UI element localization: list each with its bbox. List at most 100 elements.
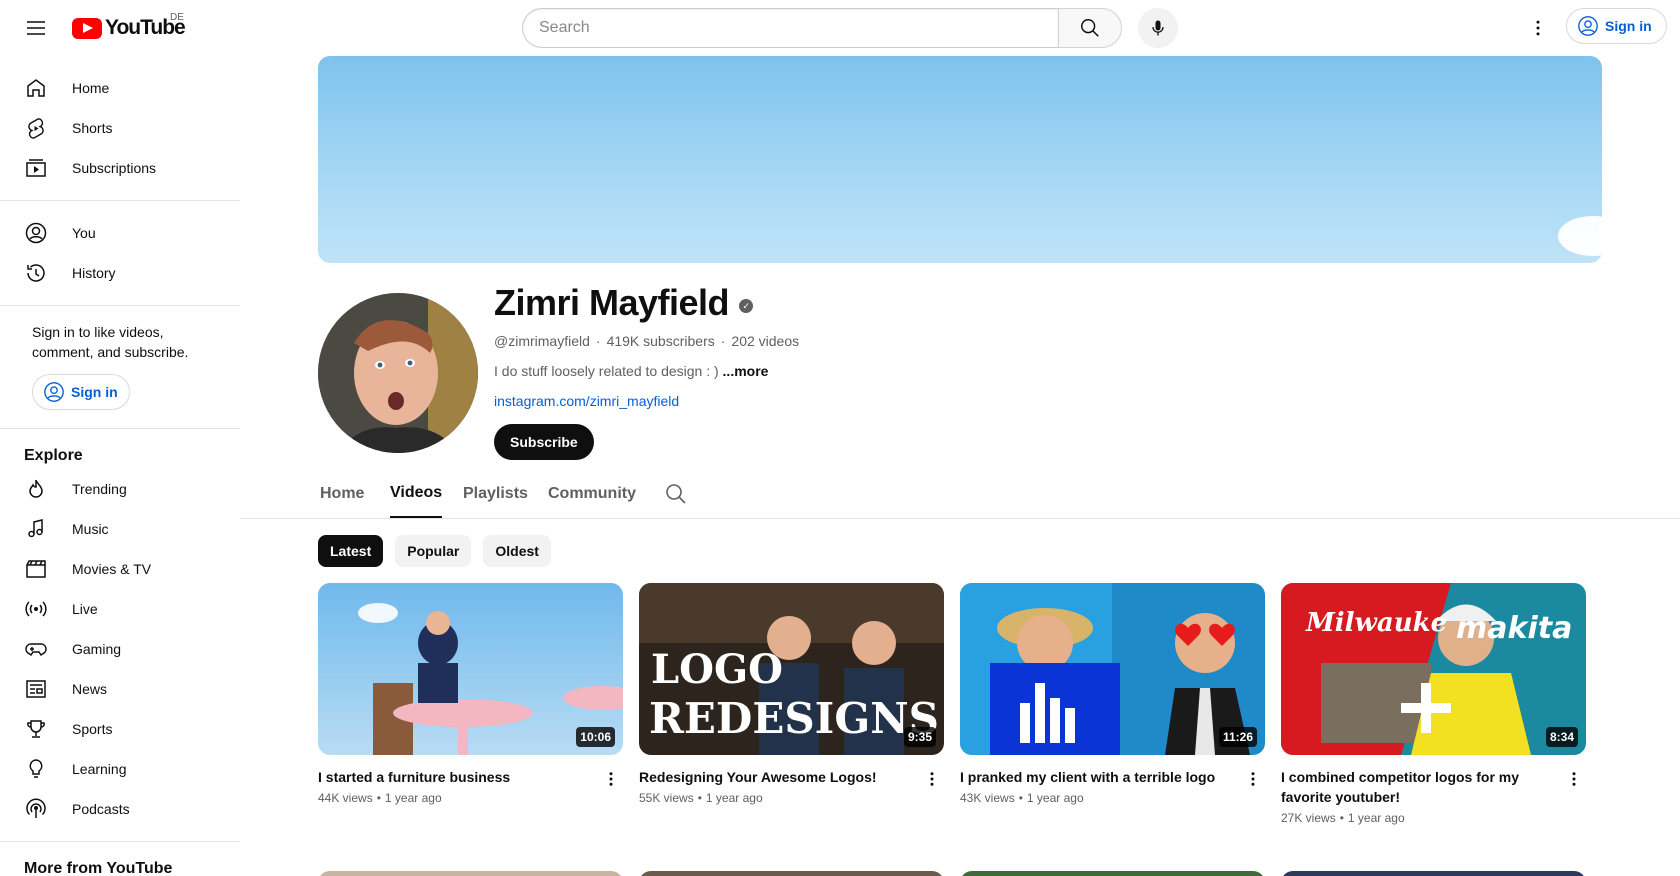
tab-community[interactable]: Community <box>548 470 636 518</box>
settings-menu-button[interactable] <box>1518 8 1558 48</box>
shorts-icon <box>24 116 48 140</box>
sidebar-explore-section: Explore Trending Music Movies & TV Live … <box>0 429 240 842</box>
sidebar-item-home[interactable]: Home <box>12 68 228 108</box>
sidebar-item-label: Sports <box>72 721 113 737</box>
video-card[interactable]: 10:06 I started a furniture business 44K… <box>318 583 623 805</box>
channel-external-link[interactable]: instagram.com/zimri_mayfield <box>494 393 679 409</box>
subscribe-button[interactable]: Subscribe <box>494 424 594 460</box>
video-meta: 44K views • 1 year ago <box>318 791 442 805</box>
video-meta: 27K views • 1 year ago <box>1281 811 1405 825</box>
video-title[interactable]: I pranked my client with a terrible logo <box>960 767 1230 787</box>
sidebar-item-news[interactable]: News <box>12 669 228 709</box>
sidebar-item-music[interactable]: Music <box>12 509 228 549</box>
lightbulb-icon <box>24 757 48 781</box>
channel-search-button[interactable] <box>664 482 688 506</box>
video-title[interactable]: I combined competitor logos for my favor… <box>1281 767 1551 807</box>
channel-name-row: Zimri Mayfield ✓ <box>494 282 754 324</box>
movies-icon <box>24 557 48 581</box>
header-signin-button[interactable]: Sign in <box>1566 8 1667 44</box>
video-thumbnail[interactable]: 11:26 <box>960 583 1265 755</box>
video-thumbnail-partial[interactable] <box>1281 871 1586 876</box>
more-vert-icon <box>1251 772 1255 786</box>
more-from-youtube-title: More from YouTube <box>24 860 173 876</box>
thumbnail-text-makita: makita <box>1456 611 1572 646</box>
sidebar-item-label: Home <box>72 80 110 96</box>
video-views: 27K views <box>1281 811 1336 825</box>
video-duration: 9:35 <box>903 727 936 747</box>
video-title[interactable]: I started a furniture business <box>318 767 588 787</box>
video-menu-button[interactable] <box>920 767 944 791</box>
video-meta: 43K views • 1 year ago <box>960 791 1084 805</box>
video-card[interactable]: Milwauke makita 8:34 I combined competit… <box>1281 583 1586 825</box>
tab-home[interactable]: Home <box>320 470 364 518</box>
search-icon <box>1081 19 1099 37</box>
youtube-logo[interactable]: YouTube <box>72 16 186 40</box>
video-thumbnail[interactable]: LOGO REDESIGNS 9:35 <box>639 583 944 755</box>
channel-description[interactable]: I do stuff loosely related to design : )… <box>494 363 768 379</box>
description-more-link[interactable]: ...more <box>723 363 769 379</box>
sidebar-more-section: More from YouTube <box>0 842 240 876</box>
video-menu-button[interactable] <box>1241 767 1265 791</box>
youtube-play-icon <box>72 17 102 39</box>
video-thumbnail-partial[interactable] <box>960 871 1265 876</box>
sidebar-item-sports[interactable]: Sports <box>12 709 228 749</box>
sidebar-item-learning[interactable]: Learning <box>12 749 228 789</box>
video-menu-button[interactable] <box>599 767 623 791</box>
tab-videos[interactable]: Videos <box>390 470 443 518</box>
sidebar-item-gaming[interactable]: Gaming <box>12 629 228 669</box>
sidebar-item-history[interactable]: History <box>12 253 228 293</box>
sidebar-item-label: History <box>72 265 116 281</box>
news-icon <box>24 677 48 701</box>
chip-latest[interactable]: Latest <box>318 535 384 567</box>
sidebar-item-live[interactable]: Live <box>12 589 228 629</box>
sidebar: Home Shorts Subscriptions You History Si… <box>0 56 240 876</box>
home-icon <box>24 76 48 100</box>
sidebar-signin-button[interactable]: Sign in <box>32 374 130 410</box>
video-thumbnail-partial[interactable] <box>639 871 944 876</box>
top-header: YouTube DE Sign in <box>0 0 1680 56</box>
subscriptions-icon <box>24 156 48 180</box>
video-thumbnail-partial[interactable] <box>318 871 623 876</box>
mic-icon <box>1152 20 1164 36</box>
menu-icon[interactable] <box>16 8 56 48</box>
sidebar-you-section: You History <box>0 201 240 306</box>
sidebar-item-subscriptions[interactable]: Subscriptions <box>12 148 228 188</box>
trophy-icon <box>24 717 48 741</box>
search-button[interactable] <box>1058 8 1122 48</box>
sidebar-item-you[interactable]: You <box>12 213 228 253</box>
video-duration: 10:06 <box>576 727 615 747</box>
video-card[interactable]: LOGO REDESIGNS 9:35 Redesigning Your Awe… <box>639 583 944 805</box>
sidebar-item-movies[interactable]: Movies & TV <box>12 549 228 589</box>
video-duration: 11:26 <box>1218 727 1257 747</box>
video-views: 55K views <box>639 791 694 805</box>
sidebar-item-trending[interactable]: Trending <box>12 469 228 509</box>
sidebar-item-label: Music <box>72 521 109 537</box>
voice-search-button[interactable] <box>1138 8 1178 48</box>
chip-popular[interactable]: Popular <box>395 535 472 567</box>
channel-tabs: Home Videos Playlists Community <box>240 470 1680 519</box>
sidebar-main-section: Home Shorts Subscriptions <box>0 56 240 201</box>
sidebar-item-podcasts[interactable]: Podcasts <box>12 789 228 829</box>
history-icon <box>24 261 48 285</box>
video-card[interactable]: 11:26 I pranked my client with a terribl… <box>960 583 1265 805</box>
user-icon <box>24 221 48 245</box>
verified-icon: ✓ <box>739 299 754 313</box>
search-input[interactable] <box>522 8 1058 48</box>
channel-banner <box>318 56 1602 263</box>
sidebar-item-label: Subscriptions <box>72 160 157 176</box>
video-age: 1 year ago <box>1347 811 1405 825</box>
explore-title: Explore <box>24 447 83 464</box>
thumbnail-text-redesigns: REDESIGNS <box>649 694 939 743</box>
sidebar-item-label: You <box>72 225 96 241</box>
channel-avatar <box>318 293 478 453</box>
sidebar-item-shorts[interactable]: Shorts <box>12 108 228 148</box>
chip-oldest[interactable]: Oldest <box>483 535 551 567</box>
video-thumbnail[interactable]: 10:06 <box>318 583 623 755</box>
more-vert-icon <box>930 772 934 786</box>
account-icon <box>1578 16 1598 36</box>
video-menu-button[interactable] <box>1562 767 1586 791</box>
video-title[interactable]: Redesigning Your Awesome Logos! <box>639 767 909 787</box>
tab-playlists[interactable]: Playlists <box>463 470 528 518</box>
video-thumbnail[interactable]: Milwauke makita 8:34 <box>1281 583 1586 755</box>
channel-description-text: I do stuff loosely related to design : ) <box>494 363 719 379</box>
